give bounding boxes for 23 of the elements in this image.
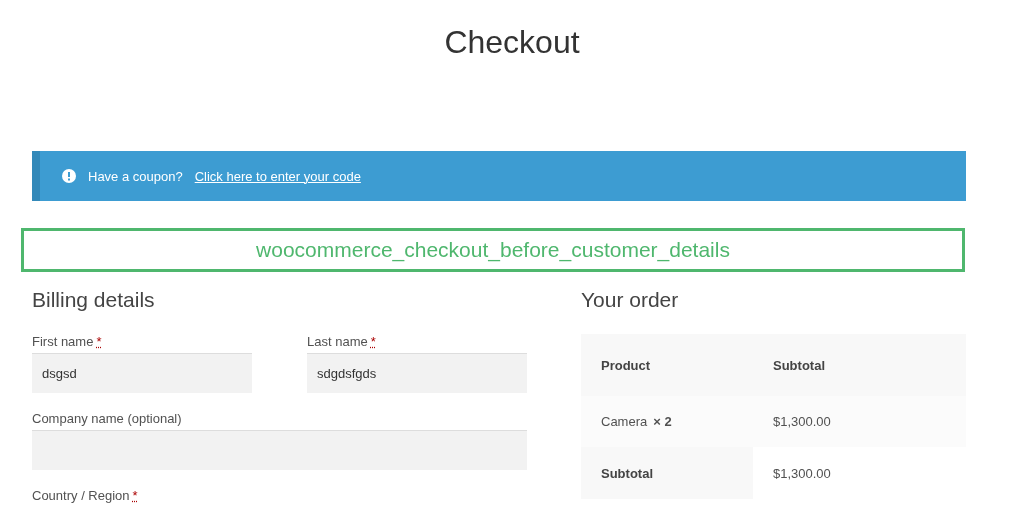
text-field[interactable]: sdgdsfgds [307, 353, 527, 393]
info-icon [62, 169, 76, 183]
table-cell: Camera × 2 [581, 396, 753, 447]
page-title: Checkout [443, 23, 581, 62]
field-label: Company name (optional) [32, 411, 183, 426]
text-field[interactable] [32, 430, 527, 470]
table-cell: $1,300.00 [753, 396, 966, 447]
hook-label: woocommerce_checkout_before_customer_details [21, 228, 965, 272]
field-label: Last name * [307, 334, 377, 349]
required-mark: * [96, 334, 102, 349]
row-header: Subtotal [581, 447, 753, 499]
column-header: Product [581, 334, 753, 396]
table-cell: $1,300.00 [753, 447, 966, 499]
quantity: × 2 [653, 414, 672, 429]
required-mark: * [132, 488, 138, 503]
required-mark: * [370, 334, 376, 349]
column-header: Subtotal [753, 334, 966, 396]
text-field[interactable]: dsgsd [32, 353, 252, 393]
notice-text: Have a coupon? [88, 168, 183, 184]
field-label: First name * [32, 334, 103, 349]
field-label: Country / Region * [32, 488, 139, 503]
order-heading: Your order [581, 288, 680, 313]
billing-heading: Billing details [32, 288, 156, 313]
